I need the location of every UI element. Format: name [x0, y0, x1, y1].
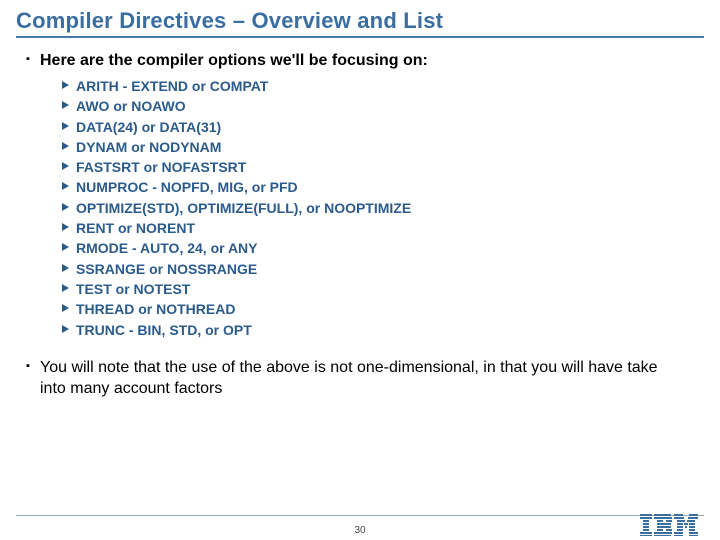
- intro-text: Here are the compiler options we'll be f…: [26, 52, 704, 70]
- slide: Compiler Directives – Overview and List …: [0, 0, 720, 540]
- list-item: RMODE - AUTO, 24, or ANY: [62, 238, 704, 258]
- page-title: Compiler Directives – Overview and List: [16, 8, 704, 34]
- list-item: RENT or NORENT: [62, 218, 704, 238]
- ibm-logo-icon: [640, 514, 698, 536]
- list-item: THREAD or NOTHREAD: [62, 299, 704, 319]
- list-item: NUMPROC - NOPFD, MIG, or PFD: [62, 177, 704, 197]
- list-item: DATA(24) or DATA(31): [62, 117, 704, 137]
- footer-divider: [16, 515, 704, 516]
- title-divider: [16, 36, 704, 38]
- list-item: TEST or NOTEST: [62, 279, 704, 299]
- list-item: OPTIMIZE(STD), OPTIMIZE(FULL), or NOOPTI…: [62, 198, 704, 218]
- ibm-logo: [640, 514, 698, 536]
- list-item: FASTSRT or NOFASTSRT: [62, 157, 704, 177]
- options-list: ARITH - EXTEND or COMPAT AWO or NOAWO DA…: [62, 76, 704, 340]
- list-item: TRUNC - BIN, STD, or OPT: [62, 320, 704, 340]
- closing-text: You will note that the use of the above …: [26, 358, 686, 400]
- page-number: 30: [354, 525, 365, 536]
- list-item: DYNAM or NODYNAM: [62, 137, 704, 157]
- list-item: AWO or NOAWO: [62, 96, 704, 116]
- list-item: SSRANGE or NOSSRANGE: [62, 259, 704, 279]
- list-item: ARITH - EXTEND or COMPAT: [62, 76, 704, 96]
